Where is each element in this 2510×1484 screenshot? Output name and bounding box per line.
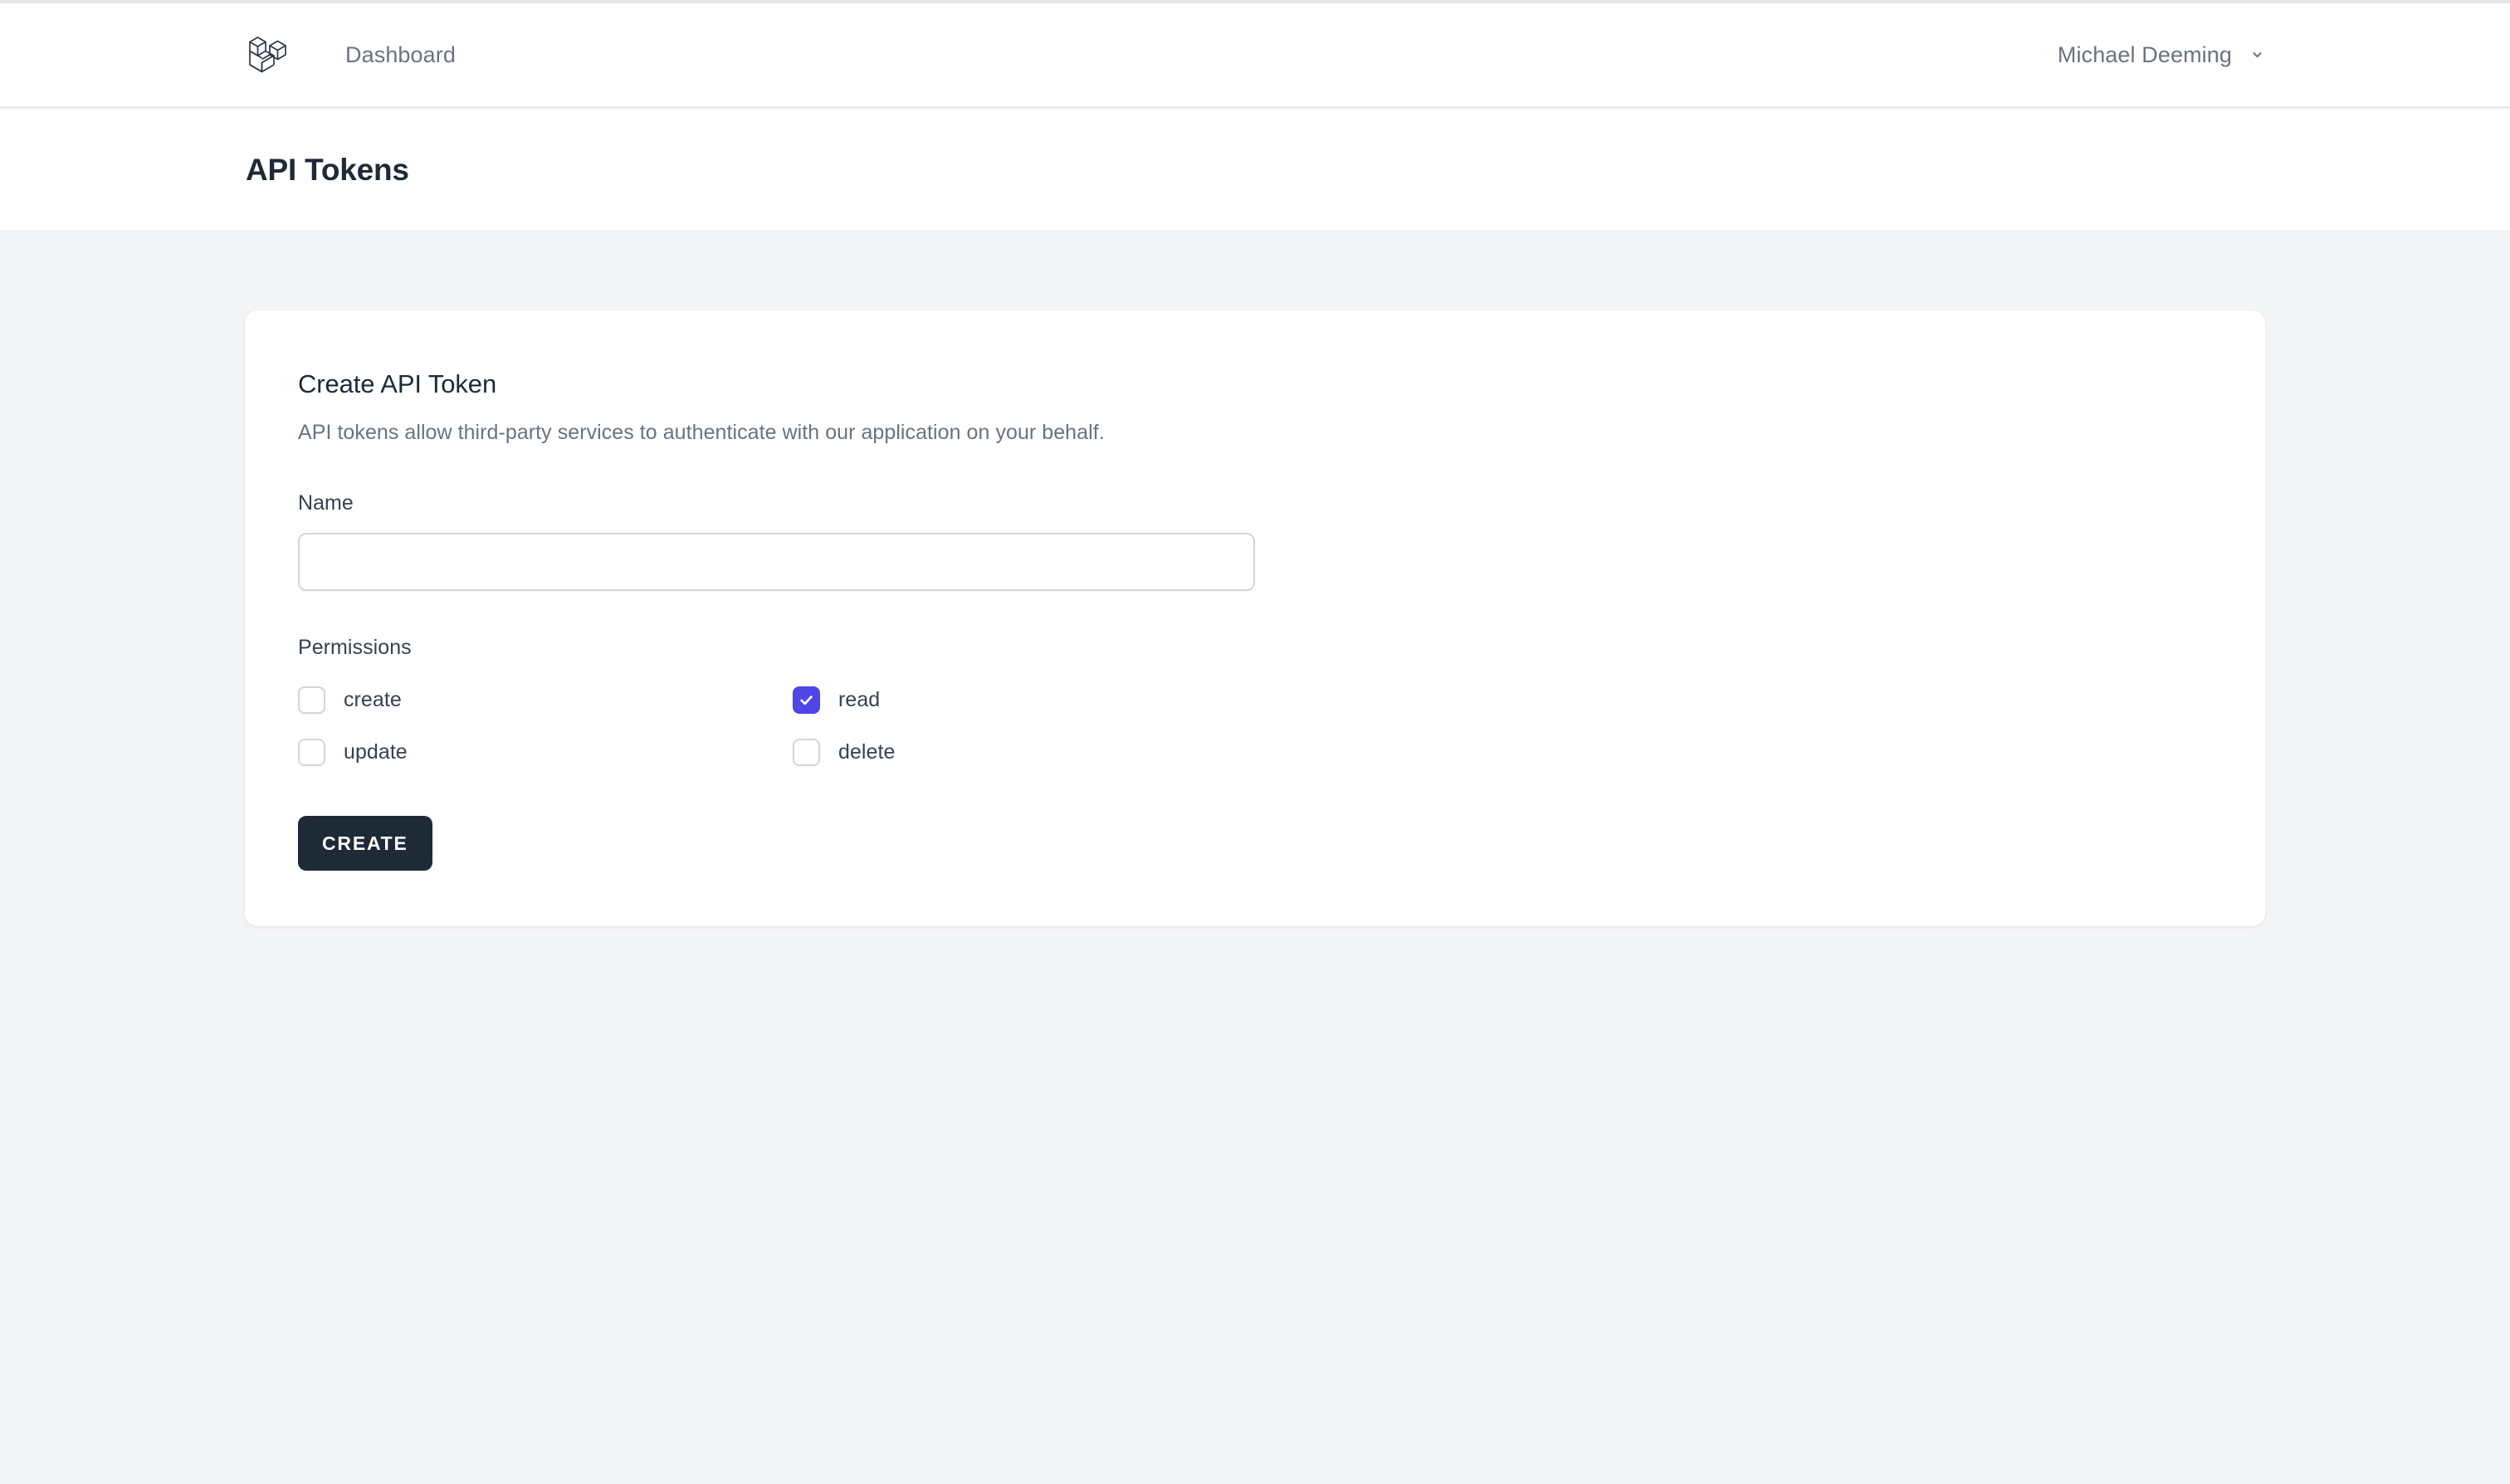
permission-label-read: read [838, 688, 881, 712]
card-actions: Create [298, 815, 2205, 871]
laravel-logo-icon [249, 37, 286, 73]
name-input[interactable] [298, 532, 1255, 591]
permissions-grid: create read update delete [298, 684, 2205, 769]
permission-update[interactable]: update [298, 736, 793, 769]
chevron-down-icon [2253, 51, 2262, 57]
name-field-block: Name [298, 491, 2205, 591]
create-token-button[interactable]: Create [298, 815, 432, 871]
card-description: API tokens allow third-party services to… [298, 421, 1105, 444]
permission-label-update: update [344, 740, 408, 764]
checkbox-update[interactable] [298, 739, 325, 767]
user-menu-button[interactable]: Michael Deeming [2057, 41, 2264, 67]
navbar: Dashboard Michael Deeming [0, 3, 2510, 108]
user-menu-name: Michael Deeming [2057, 41, 2232, 67]
main-content: Create API Token API tokens allow third-… [0, 230, 2510, 1484]
page-title: API Tokens [246, 153, 409, 187]
permission-label-delete: delete [838, 740, 896, 764]
create-api-token-card: Create API Token API tokens allow third-… [245, 310, 2265, 926]
permission-label-create: create [344, 688, 402, 712]
permission-read[interactable]: read [793, 684, 1287, 717]
checkbox-delete[interactable] [793, 739, 820, 767]
nav-link-dashboard[interactable]: Dashboard [345, 43, 456, 66]
checkbox-read[interactable] [793, 686, 820, 715]
nav-links: Dashboard [345, 43, 456, 66]
card-inner: Create API Token API tokens allow third-… [245, 310, 2265, 871]
permission-delete[interactable]: delete [793, 736, 1287, 769]
permissions-label: Permissions [298, 635, 412, 659]
check-icon [800, 696, 813, 705]
checkbox-create[interactable] [298, 686, 325, 715]
permission-create[interactable]: create [298, 684, 793, 717]
app-logo-link[interactable] [246, 32, 289, 78]
navbar-left: Dashboard [246, 32, 456, 78]
page-header: API Tokens [0, 110, 2510, 230]
name-field-label: Name [298, 491, 354, 515]
card-title: Create API Token [298, 369, 497, 398]
permissions-block: Permissions create read update delete [298, 637, 2205, 769]
